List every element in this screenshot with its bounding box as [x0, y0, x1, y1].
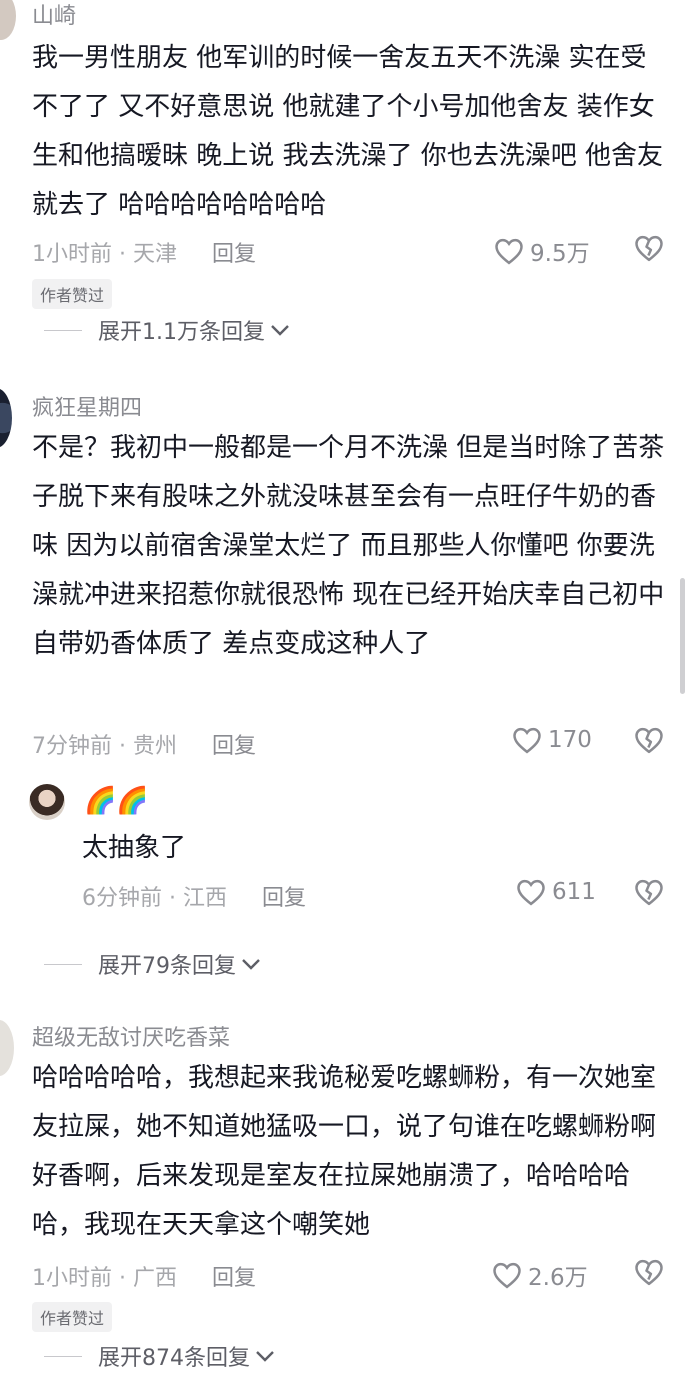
- like-count: 2.6万: [528, 1265, 588, 1291]
- reply-button[interactable]: 回复: [262, 886, 306, 911]
- meta-separator: ·: [119, 734, 126, 759]
- author-liked-badge: 作者赞过: [32, 279, 113, 309]
- reply-text: 太抽象了: [82, 833, 187, 863]
- comment-meta: 1小时前 · 广西 回复: [32, 1260, 256, 1292]
- comment-time: 7分钟前: [32, 734, 112, 759]
- heart-outline-icon: [495, 238, 523, 265]
- like-button[interactable]: 170: [512, 726, 592, 754]
- like-count: 611: [552, 879, 596, 905]
- comment-location: 天津: [133, 242, 178, 267]
- reply-button[interactable]: 回复: [212, 1266, 256, 1291]
- reply-button[interactable]: 回复: [212, 242, 256, 267]
- like-count: 170: [548, 727, 592, 753]
- avatar[interactable]: [0, 0, 16, 40]
- broken-heart-icon: [635, 879, 663, 906]
- heart-outline-icon: [513, 727, 541, 754]
- dislike-button[interactable]: [634, 726, 664, 758]
- comment-time: 1小时前: [32, 1266, 112, 1291]
- broken-heart-icon: [635, 1259, 663, 1286]
- expand-replies-button[interactable]: 展开1.1万条回复: [44, 314, 291, 346]
- reply-button[interactable]: 回复: [212, 734, 256, 759]
- divider: [44, 1355, 82, 1357]
- comment-location: 贵州: [133, 734, 178, 759]
- broken-heart-icon: [635, 727, 663, 754]
- comment-username[interactable]: 超级无敌讨厌吃香菜: [32, 1020, 230, 1052]
- comment-meta: 7分钟前 · 贵州 回复: [32, 728, 256, 760]
- heart-outline-icon: [493, 1262, 521, 1289]
- chevron-down-icon: [242, 959, 260, 970]
- scrollbar[interactable]: [680, 578, 685, 694]
- avatar[interactable]: [0, 1020, 14, 1076]
- reply-location: 江西: [183, 886, 228, 911]
- dislike-button[interactable]: [634, 234, 664, 266]
- divider: [44, 329, 82, 331]
- comment-text: 不是？我初中一般都是一个月不洗澡 但是当时除了苦茶子脱下来有股味之外就没味甚至会…: [32, 433, 665, 659]
- comment-username[interactable]: 疯狂星期四: [32, 390, 142, 422]
- like-button[interactable]: 2.6万: [492, 1258, 588, 1292]
- expand-replies-label: 展开1.1万条回复: [98, 320, 265, 345]
- dislike-button[interactable]: [634, 1258, 664, 1290]
- meta-separator: ·: [169, 886, 176, 911]
- expand-replies-label: 展开79条回复: [98, 954, 236, 979]
- reply-meta: 6分钟前 · 江西 回复: [82, 880, 306, 912]
- like-button[interactable]: 9.5万: [494, 234, 590, 268]
- expand-replies-label: 展开874条回复: [98, 1346, 250, 1371]
- chevron-down-icon: [256, 1351, 274, 1362]
- reply-time: 6分钟前: [82, 886, 162, 911]
- meta-separator: ·: [119, 1266, 126, 1291]
- heart-outline-icon: [517, 879, 545, 906]
- meta-separator: ·: [119, 242, 126, 267]
- reply-username[interactable]: 🌈🌈: [84, 786, 149, 816]
- avatar[interactable]: [0, 388, 12, 448]
- comment-meta: 1小时前 · 天津 回复: [32, 236, 256, 268]
- expand-replies-button[interactable]: 展开79条回复: [44, 948, 262, 980]
- comment-time: 1小时前: [32, 242, 112, 267]
- reply-like-button[interactable]: 611: [516, 878, 596, 906]
- expand-replies-button[interactable]: 展开874条回复: [44, 1340, 276, 1372]
- reply-dislike-button[interactable]: [634, 878, 664, 910]
- chevron-down-icon: [271, 325, 289, 336]
- broken-heart-icon: [635, 235, 663, 262]
- author-liked-badge: 作者赞过: [32, 1302, 113, 1332]
- comment-location: 广西: [133, 1266, 178, 1291]
- reply-avatar[interactable]: [29, 784, 65, 820]
- comment-text: 哈哈哈哈哈，我想起来我诡秘爱吃螺蛳粉，有一次她室友拉屎，她不知道她猛吸一口，说了…: [32, 1063, 657, 1240]
- like-count: 9.5万: [530, 241, 590, 267]
- comment-username[interactable]: 山崎: [32, 0, 76, 30]
- divider: [44, 963, 82, 965]
- comment-text: 我一男性朋友 他军训的时候一舍友五天不洗澡 实在受不了了 又不好意思说 他就建了…: [32, 43, 664, 220]
